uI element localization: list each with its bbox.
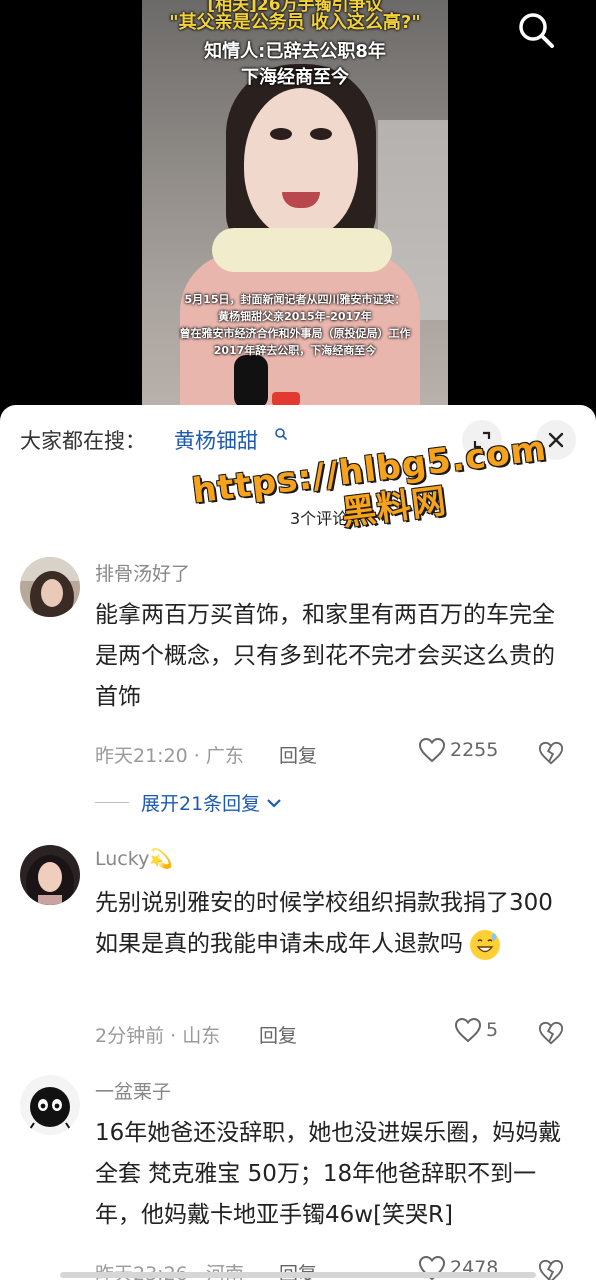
- comment-username[interactable]: 一盆栗子: [95, 1077, 171, 1104]
- like-count: 2255: [450, 739, 499, 761]
- avatar[interactable]: [20, 557, 80, 617]
- comment-username[interactable]: 排骨汤好了: [95, 559, 190, 586]
- heart-icon: [454, 1017, 482, 1043]
- trending-search-row: 大家都在搜： 黄杨钿甜: [0, 405, 596, 475]
- person-eye-left: [270, 128, 292, 140]
- like-button[interactable]: 5: [454, 1017, 498, 1043]
- video-subtitle-line-3: 曾在雅安市经济合作和外事局（原投促局）工作: [179, 327, 411, 340]
- home-indicator[interactable]: [60, 1272, 536, 1278]
- microphone: [234, 355, 268, 409]
- comment-count: 3个评论: [290, 509, 349, 528]
- trending-search-label: 大家都在搜：: [20, 429, 146, 453]
- person-face: [244, 88, 358, 238]
- like-button[interactable]: 2255: [418, 737, 498, 763]
- person-collar: [212, 228, 392, 272]
- broken-heart-icon[interactable]: [538, 1020, 564, 1046]
- video-player[interactable]: [相关]26万手镯引争议 "其父亲是公务员 收入这么高?" 知情人:已辞去公职8…: [0, 0, 596, 410]
- comment-username[interactable]: Lucky💫: [95, 847, 173, 870]
- close-icon: [548, 432, 564, 448]
- reply-button[interactable]: 回复: [259, 1021, 297, 1048]
- divider: [95, 802, 129, 803]
- broken-heart-icon[interactable]: [538, 1258, 564, 1280]
- heart-icon: [418, 737, 446, 763]
- video-subtitle-line-2: 黄杨钿甜父亲2015年-2017年: [218, 310, 372, 323]
- comment-text: 16年她爸还没辞职，她也没进娱乐圈，妈妈戴全套 梵克雅宝 50万；18年他爸辞职…: [95, 1120, 562, 1228]
- avatar[interactable]: [20, 1075, 80, 1135]
- avatar-image: [20, 845, 80, 905]
- expand-icon: [473, 431, 491, 449]
- comment-time-location: 昨天21:20 · 广东: [95, 745, 244, 767]
- close-sheet-button[interactable]: [536, 420, 576, 460]
- chevron-down-icon: [267, 798, 281, 808]
- avatar-image: [20, 1075, 80, 1135]
- emoji-sweat-icon: [470, 929, 501, 960]
- video-caption-line-4: 下海经商至今: [241, 67, 349, 88]
- microphone-logo: [272, 392, 300, 406]
- video-caption-line-3: 知情人:已辞去公职8年: [204, 41, 386, 62]
- reply-button[interactable]: 回复: [279, 741, 317, 768]
- expand-sheet-button[interactable]: [462, 420, 502, 460]
- video-subtitle-line-1: 5月15日，封面新闻记者从四川雅安市证实：: [184, 293, 406, 306]
- comment-text: 先别说别雅安的时候学校组织捐款我捐了300如果是真的我能申请未成年人退款吗: [95, 883, 565, 965]
- comment-text: 能拿两百万买首饰，和家里有两百万的车完全是两个概念，只有多到花不完才会买这么贵的…: [95, 602, 555, 710]
- person-eye-right: [310, 128, 332, 140]
- comment-sheet: 大家都在搜： 黄杨钿甜 3个评论 https://hlbg5.com 黑料网 排…: [0, 405, 596, 1280]
- video-frame: [相关]26万手镯引争议 "其父亲是公务员 收入这么高?" 知情人:已辞去公职8…: [142, 0, 448, 410]
- avatar-image: [20, 557, 80, 617]
- expand-replies-button[interactable]: 展开21条回复: [95, 789, 284, 816]
- keyword-search-icon: [275, 428, 288, 441]
- video-subtitle-line-4: 2017年辞去公职，下海经商至今: [213, 344, 377, 357]
- watermark-site-name: 黑料网: [339, 481, 449, 534]
- comment-time-location: 2分钟前 · 山东: [95, 1025, 221, 1047]
- expand-replies-label: 展开21条回复: [141, 793, 261, 815]
- search-icon: [519, 13, 554, 48]
- broken-heart-icon[interactable]: [538, 740, 564, 766]
- search-button[interactable]: [514, 8, 558, 52]
- video-caption-line-2: "其父亲是公务员 收入这么高?": [169, 12, 421, 33]
- like-count: 5: [486, 1019, 499, 1041]
- trending-search-keyword[interactable]: 黄杨钿甜: [174, 425, 258, 455]
- avatar[interactable]: [20, 845, 80, 905]
